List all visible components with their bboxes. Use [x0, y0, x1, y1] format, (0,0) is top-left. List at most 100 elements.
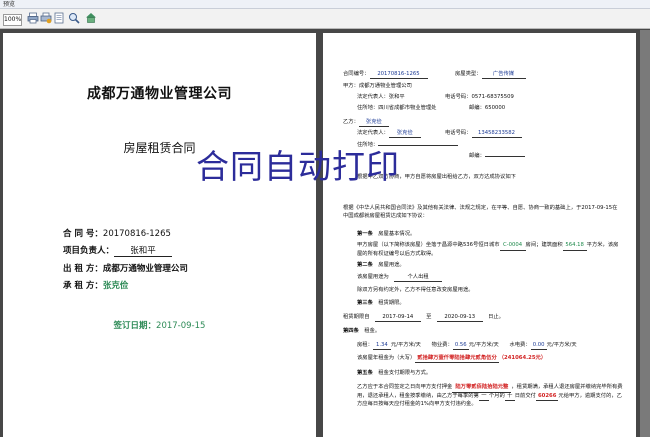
- window-title: 预览: [3, 1, 16, 8]
- p2-article-1-title: 第一条: [357, 231, 373, 237]
- p2-article-3: 第三条 租赁期限。: [357, 300, 405, 307]
- cover-sign-date: 签订日期：2017-09-15: [3, 319, 316, 331]
- p2-term-to-label: 至: [426, 314, 432, 320]
- p2-contract-no-label: 合同编号：: [343, 71, 370, 77]
- p2-phone: 电话号码：0571-68375509: [445, 94, 514, 101]
- p2-property-unit: 元/平方米/天: [468, 342, 499, 348]
- p2-term-from-label: 租赁期限自: [343, 314, 370, 320]
- p2-deposit: 陆万零贰佰陆拾陆元整: [452, 384, 512, 393]
- p2-article-2-title: 第二条: [357, 262, 373, 268]
- p2-b-phone-label: 电话号码：: [445, 130, 472, 136]
- cover-lessor-value: 成都万通物业管理公司: [102, 264, 188, 274]
- p2-house-type-label: 房屋类型：: [455, 71, 482, 77]
- p2-pay-amount: 60266: [535, 393, 559, 401]
- p2-b-rep-value: 张克俭: [388, 130, 421, 138]
- cover-sign-label: 签订日期：: [113, 321, 157, 331]
- p2-house-type: 房屋类型： 广告传媒: [455, 71, 526, 79]
- p2-party-b-label: 乙方：: [343, 119, 359, 125]
- p2-annual-upper: 贰拾肆万壹仟零陆拾肆元贰角伍分: [415, 355, 499, 363]
- p2-term-unit: 日止。: [488, 314, 504, 320]
- p2-address-label: 住所地：: [357, 105, 379, 111]
- p2-article-4: 第四条 租金。: [343, 328, 380, 335]
- zoom-icon[interactable]: [68, 12, 80, 24]
- p2-article-1-text-a: 甲方房屋（以下简称该房屋）坐落于昌源中路536号恒日城市: [357, 242, 500, 248]
- print-setup-icon[interactable]: [40, 12, 52, 24]
- p2-article-1: 第一条 房屋基本情况。: [357, 231, 415, 238]
- p2-b-phone: 电话号码： 13458233582: [445, 130, 522, 138]
- p2-annual-label: 该房屋年租金为（大写）: [357, 355, 416, 361]
- p2-use-label: 该房屋用途为: [357, 274, 389, 280]
- p2-address-value: 四川省成都市物业管理处: [378, 105, 437, 111]
- home-icon[interactable]: [85, 12, 97, 24]
- cover-lessor-label: 出 租 方：: [63, 264, 103, 274]
- cover-manager: 项目负责人： 张和平: [63, 244, 173, 257]
- p2-house-type-value: 广告传媒: [481, 71, 526, 79]
- p2-b-postcode: 邮编：: [469, 153, 525, 160]
- cover-company: 成都万通物业管理公司: [87, 86, 232, 102]
- p2-rent-unit: 元/平方米/天: [390, 342, 421, 348]
- page-setup-icon[interactable]: [53, 12, 65, 24]
- p2-postcode-label: 邮编：: [469, 105, 485, 111]
- p2-article-2-text: 除双方另有约定外，乙方不得任意改变房屋用途。: [357, 287, 474, 293]
- cover-tenant: 承 租 方：张克俭: [63, 279, 128, 291]
- scrollbar[interactable]: [640, 30, 650, 437]
- p2-article-4-title: 第四条: [343, 328, 359, 334]
- p2-b-rep-label: 法定代表人：: [357, 130, 389, 136]
- p2-article-5-text-c: 个月的: [488, 392, 505, 399]
- cover-lessor: 出 租 方：成都万通物业管理公司: [63, 262, 188, 274]
- p2-annual-lower: （241064.25元）: [498, 355, 547, 361]
- cover-manager-value: 张和平: [114, 244, 173, 257]
- p2-b-phone-value: 13458233582: [471, 130, 522, 138]
- cover-sign-value: 2017-09-15: [156, 321, 206, 331]
- p2-postcode: 邮编：650000: [469, 105, 505, 112]
- p2-phone-value: 0571-68375509: [471, 94, 514, 100]
- p2-b-postcode-label: 邮编：: [469, 153, 485, 159]
- page-cover: 成都万通物业管理公司 房屋租赁合同 合 同 号：20170816-1265 项目…: [3, 33, 316, 437]
- p2-article-1-text: 甲方房屋（以下简称该房屋）坐落于昌源中路536号恒日城市 C-0004 房间；建筑面…: [357, 242, 621, 258]
- cover-contract-no-value: 20170816-1265: [102, 229, 171, 239]
- p2-article-1-name: 房屋基本情况。: [378, 231, 416, 237]
- p2-article-5-title: 第五条: [357, 370, 373, 376]
- p2-use-value: 个人出租: [394, 274, 443, 282]
- toolbar: 100%: [0, 9, 650, 29]
- p2-party-a: 甲方：成都万通物业管理公司: [343, 83, 412, 89]
- p2-b-postcode-value: [484, 156, 525, 157]
- p2-pay-month: 一: [478, 393, 489, 401]
- cover-contract-no: 合 同 号：20170816-1265: [63, 227, 171, 239]
- p2-article-1-text-b: 房间；建筑面积: [525, 242, 563, 248]
- p2-legal-rep-value: 张和平: [388, 94, 405, 100]
- p2-water-unit: 元/平方米/天: [546, 342, 577, 348]
- p2-article-4-name: 租金。: [364, 328, 381, 334]
- p2-rent: 1.34: [372, 342, 391, 350]
- cover-tenant-value: 张克俭: [102, 281, 129, 291]
- p2-rent-label: 房租：: [357, 342, 373, 348]
- p2-water-fee: 0.00: [530, 342, 547, 350]
- p2-pay-day: 十: [504, 393, 515, 401]
- p2-article-5-text-a: 乙方应于本合同签定之日向甲方支付押金: [357, 384, 453, 390]
- p2-b-rep: 法定代表人： 张克俭: [357, 130, 421, 138]
- p2-phone-label: 电话号码：: [445, 94, 472, 100]
- p2-article-5: 第五条 租金支付期限与方式。: [357, 370, 431, 377]
- p2-postcode-value: 650000: [484, 105, 506, 111]
- p2-area: 564.18: [562, 242, 587, 251]
- p2-intro: 根据《中华人民共和国合同法》及其他有关法律、法规之规定，在平等、自愿、协商一致的…: [343, 205, 618, 219]
- cover-tenant-label: 承 租 方：: [63, 281, 103, 291]
- p2-article-5-text-d: 日前交付: [514, 392, 536, 399]
- p2-term-to: 2020-09-13: [436, 314, 483, 322]
- zoom-select[interactable]: 100%: [3, 14, 22, 26]
- p2-term-from: 2017-09-14: [374, 314, 421, 322]
- cover-manager-label: 项目负责人：: [63, 246, 115, 256]
- p2-article-3-title: 第三条: [357, 300, 373, 306]
- p2-property-label: 物业费：: [431, 342, 453, 348]
- p2-room-no: C-0004: [499, 242, 526, 251]
- p2-legal-rep: 法定代表人：张和平: [357, 94, 405, 101]
- p2-article-5-name: 租金支付期限与方式。: [378, 370, 432, 376]
- p2-article-3-name: 租赁期限。: [378, 300, 405, 306]
- p2-address: 住所地：四川省成都市物业管理处: [357, 105, 436, 112]
- p2-article-5-text: 乙方应于本合同签定之日向甲方支付押金 陆万零贰佰陆拾陆元整 ，租赁期满，承租人退还房…: [357, 384, 623, 409]
- print-icon[interactable]: [27, 12, 39, 24]
- cover-contract-no-label: 合 同 号：: [63, 229, 103, 239]
- window-title-bar: 预览: [0, 0, 650, 9]
- p2-contract-no-value: 20170816-1265: [369, 71, 428, 79]
- p2-legal-rep-label: 法定代表人：: [357, 94, 389, 100]
